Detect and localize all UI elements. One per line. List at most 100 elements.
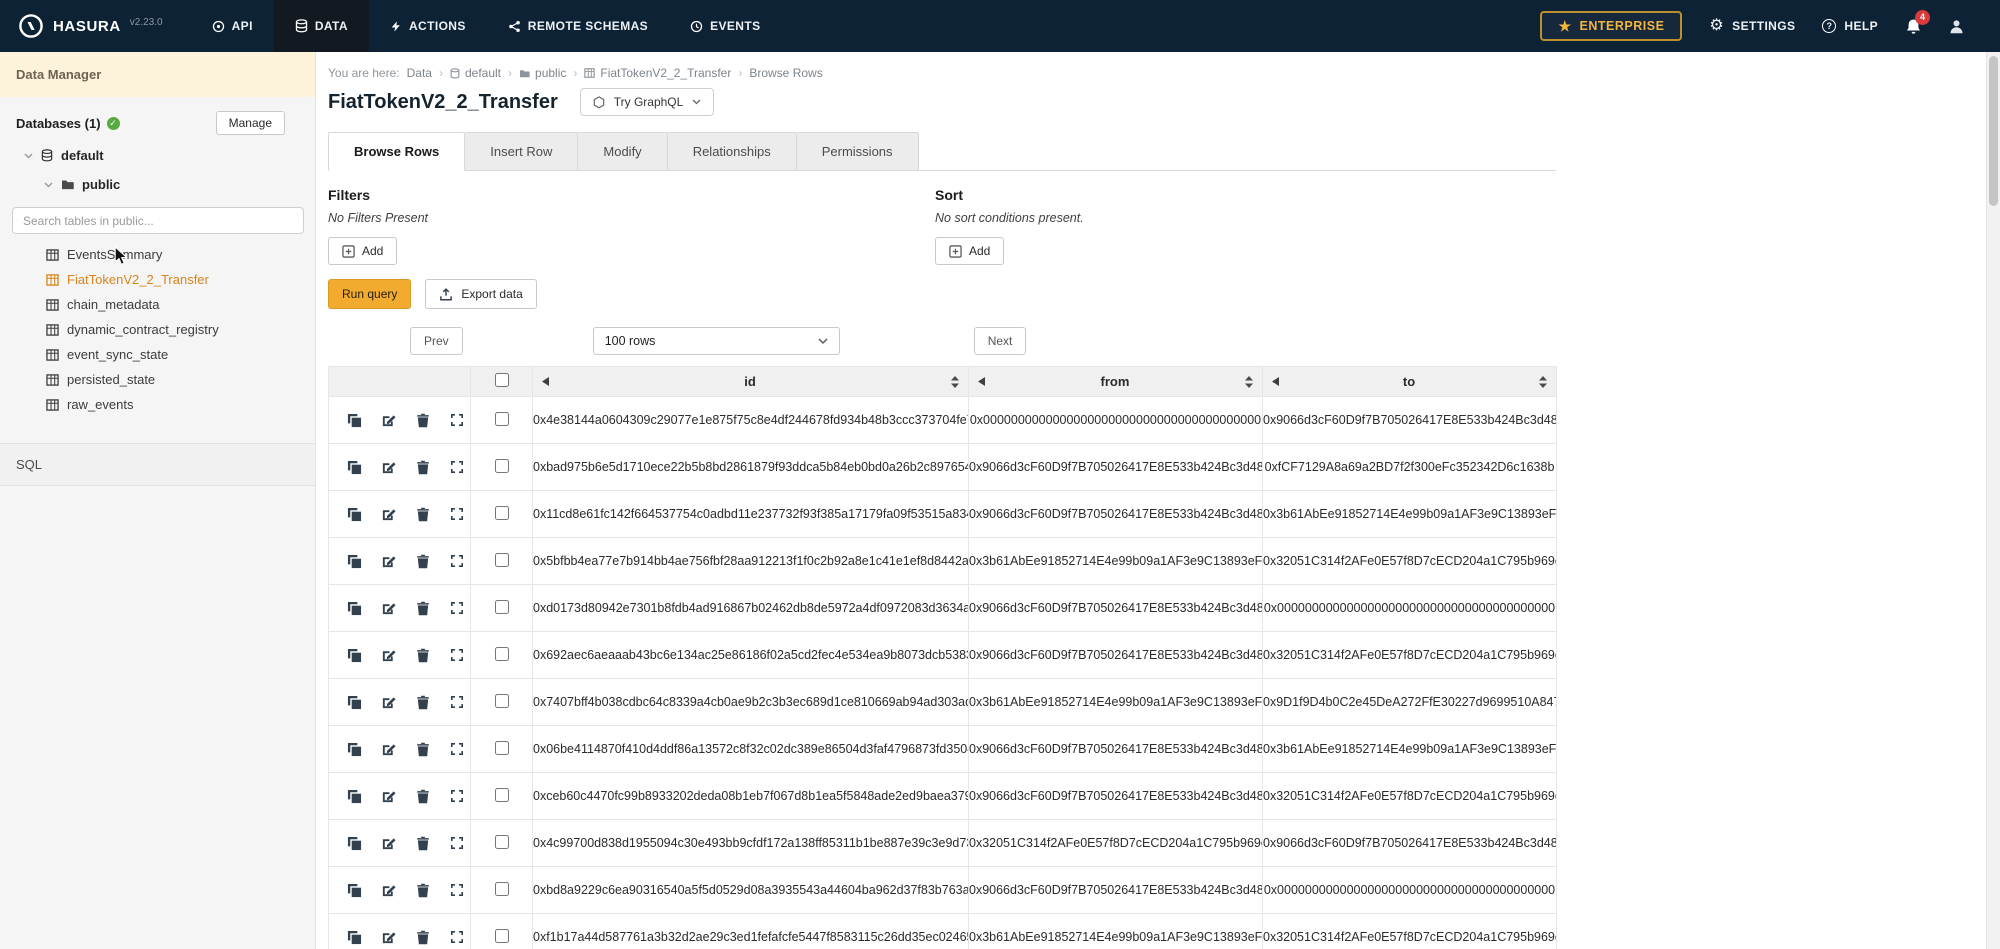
column-header-id[interactable]: id	[533, 367, 969, 397]
delete-row-button[interactable]	[410, 596, 435, 621]
tree-item-schema-public[interactable]: public	[0, 170, 315, 199]
edit-row-button[interactable]	[376, 408, 401, 433]
row-checkbox[interactable]	[495, 882, 509, 896]
clone-row-button[interactable]	[342, 549, 367, 574]
tab-browse-rows[interactable]: Browse Rows	[328, 132, 465, 171]
tab-insert-row[interactable]: Insert Row	[465, 132, 578, 170]
edit-row-button[interactable]	[376, 596, 401, 621]
tab-modify[interactable]: Modify	[578, 132, 667, 170]
nav-item-api[interactable]: API	[191, 0, 274, 52]
sidebar-table-item[interactable]: dynamic_contract_registry	[0, 317, 315, 342]
row-checkbox[interactable]	[495, 929, 509, 943]
nav-item-remote-schemas[interactable]: REMOTE SCHEMAS	[487, 0, 669, 52]
expand-row-button[interactable]	[444, 925, 469, 949]
delete-row-button[interactable]	[410, 878, 435, 903]
column-header-from[interactable]: from	[969, 367, 1263, 397]
expand-row-button[interactable]	[444, 690, 469, 715]
expand-row-button[interactable]	[444, 455, 469, 480]
sort-icon[interactable]	[1539, 376, 1547, 388]
vertical-scrollbar[interactable]	[1986, 52, 2000, 949]
delete-row-button[interactable]	[410, 784, 435, 809]
column-header-to[interactable]: to	[1263, 367, 1557, 397]
settings-button[interactable]: ⚙ SETTINGS	[1709, 18, 1795, 34]
collapse-column-icon[interactable]	[542, 377, 549, 386]
row-checkbox[interactable]	[495, 647, 509, 661]
edit-row-button[interactable]	[376, 784, 401, 809]
sidebar-item-sql[interactable]: SQL	[0, 443, 315, 486]
expand-row-button[interactable]	[444, 878, 469, 903]
select-all-checkbox[interactable]	[495, 373, 509, 387]
notifications-button[interactable]: 4	[1905, 18, 1922, 35]
expand-row-button[interactable]	[444, 408, 469, 433]
table-search-input[interactable]	[12, 207, 304, 234]
help-button[interactable]: ? HELP	[1822, 19, 1878, 33]
expand-row-button[interactable]	[444, 737, 469, 762]
edit-row-button[interactable]	[376, 690, 401, 715]
row-checkbox[interactable]	[495, 412, 509, 426]
brand[interactable]: HASURA v2.23.0	[18, 0, 163, 52]
collapse-column-icon[interactable]	[1272, 377, 1279, 386]
add-sort-button[interactable]: Add	[935, 237, 1004, 265]
sidebar-table-item[interactable]: event_sync_state	[0, 342, 315, 367]
scrollbar-thumb[interactable]	[1989, 56, 1998, 206]
manage-button[interactable]: Manage	[216, 111, 285, 135]
edit-row-button[interactable]	[376, 925, 401, 949]
expand-row-button[interactable]	[444, 502, 469, 527]
edit-row-button[interactable]	[376, 502, 401, 527]
expand-row-button[interactable]	[444, 549, 469, 574]
sidebar-table-item[interactable]: FiatTokenV2_2_Transfer	[0, 267, 315, 292]
delete-row-button[interactable]	[410, 925, 435, 949]
clone-row-button[interactable]	[342, 737, 367, 762]
chevron-down-icon[interactable]	[24, 153, 33, 159]
expand-row-button[interactable]	[444, 784, 469, 809]
sidebar-table-item[interactable]: persisted_state	[0, 367, 315, 392]
clone-row-button[interactable]	[342, 596, 367, 621]
next-page-button[interactable]: Next	[974, 327, 1027, 355]
delete-row-button[interactable]	[410, 455, 435, 480]
chevron-down-icon[interactable]	[44, 182, 53, 188]
delete-row-button[interactable]	[410, 690, 435, 715]
clone-row-button[interactable]	[342, 784, 367, 809]
edit-row-button[interactable]	[376, 737, 401, 762]
sidebar-table-item[interactable]: raw_events	[0, 392, 315, 417]
collapse-column-icon[interactable]	[978, 377, 985, 386]
expand-row-button[interactable]	[444, 643, 469, 668]
clone-row-button[interactable]	[342, 643, 367, 668]
breadcrumb-item-default[interactable]: default	[450, 66, 501, 80]
row-checkbox[interactable]	[495, 835, 509, 849]
edit-row-button[interactable]	[376, 831, 401, 856]
clone-row-button[interactable]	[342, 408, 367, 433]
expand-row-button[interactable]	[444, 831, 469, 856]
enterprise-button[interactable]: ★ ENTERPRISE	[1540, 11, 1682, 41]
row-checkbox[interactable]	[495, 506, 509, 520]
clone-row-button[interactable]	[342, 878, 367, 903]
tree-item-database-default[interactable]: default	[0, 141, 315, 170]
row-checkbox[interactable]	[495, 694, 509, 708]
edit-row-button[interactable]	[376, 643, 401, 668]
prev-page-button[interactable]: Prev	[410, 327, 463, 355]
sort-icon[interactable]	[951, 376, 959, 388]
expand-row-button[interactable]	[444, 596, 469, 621]
breadcrumb-item-table[interactable]: FiatTokenV2_2_Transfer	[584, 66, 731, 80]
export-data-button[interactable]: Export data	[425, 279, 536, 309]
tab-permissions[interactable]: Permissions	[797, 132, 919, 170]
clone-row-button[interactable]	[342, 925, 367, 949]
delete-row-button[interactable]	[410, 831, 435, 856]
nav-item-events[interactable]: EVENTS	[669, 0, 781, 52]
delete-row-button[interactable]	[410, 737, 435, 762]
row-checkbox[interactable]	[495, 553, 509, 567]
nav-item-data[interactable]: DATA	[274, 0, 369, 52]
row-checkbox[interactable]	[495, 459, 509, 473]
clone-row-button[interactable]	[342, 690, 367, 715]
clone-row-button[interactable]	[342, 455, 367, 480]
clone-row-button[interactable]	[342, 502, 367, 527]
sidebar-table-item[interactable]: chain_metadata	[0, 292, 315, 317]
sidebar-table-item[interactable]: EventsSummary	[0, 242, 315, 267]
delete-row-button[interactable]	[410, 549, 435, 574]
try-graphql-button[interactable]: Try GraphQL	[580, 88, 715, 116]
run-query-button[interactable]: Run query	[328, 279, 411, 309]
user-menu-button[interactable]	[1949, 19, 1964, 34]
row-checkbox[interactable]	[495, 788, 509, 802]
sort-icon[interactable]	[1245, 376, 1253, 388]
row-checkbox[interactable]	[495, 741, 509, 755]
